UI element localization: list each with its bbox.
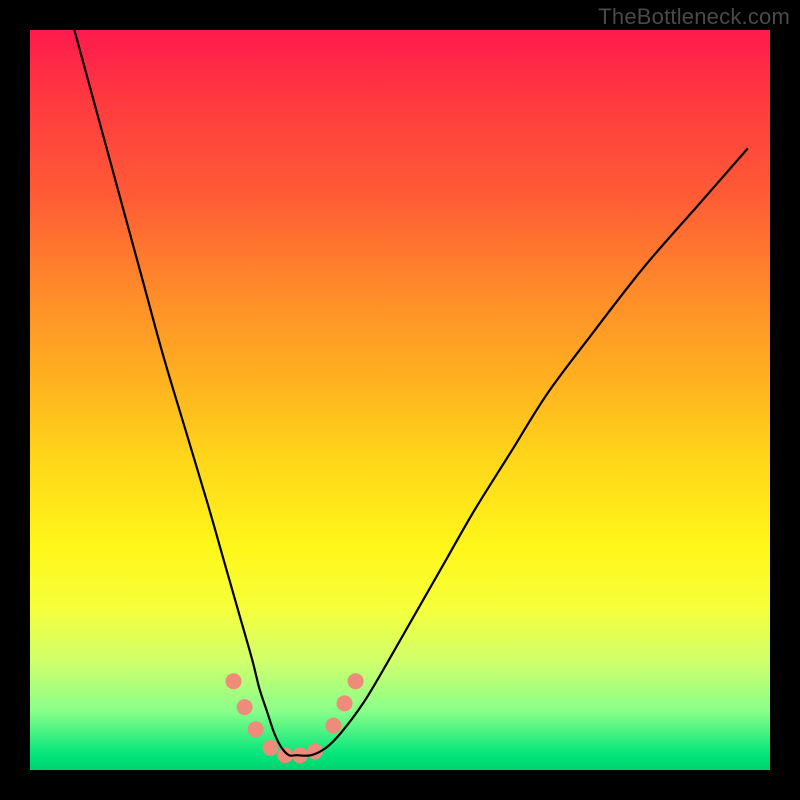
chart-marker — [237, 699, 253, 715]
chart-marker — [263, 740, 279, 756]
chart-marker — [337, 695, 353, 711]
chart-curve — [74, 30, 747, 756]
chart-marker — [348, 673, 364, 689]
chart-marker — [325, 718, 341, 734]
chart-svg — [30, 30, 770, 770]
watermark-text: TheBottleneck.com — [598, 4, 790, 30]
chart-plot-area — [30, 30, 770, 770]
chart-markers — [226, 673, 364, 763]
chart-marker — [226, 673, 242, 689]
chart-frame: TheBottleneck.com — [0, 0, 800, 800]
chart-marker — [248, 721, 264, 737]
